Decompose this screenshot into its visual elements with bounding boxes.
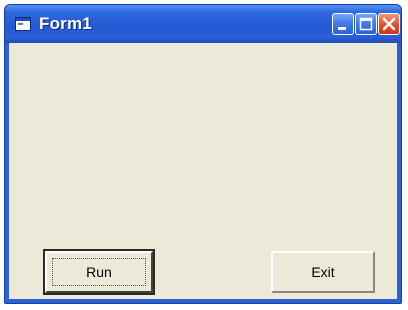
minimize-button[interactable]	[332, 13, 354, 35]
run-button[interactable]: Run	[43, 249, 155, 295]
maximize-icon	[359, 17, 373, 31]
form-app-icon[interactable]	[15, 17, 31, 31]
focus-rectangle	[52, 258, 146, 286]
minimize-icon	[338, 27, 346, 30]
close-button[interactable]	[378, 13, 400, 35]
form1-window: Form1 Run Exit	[4, 4, 402, 304]
title-bar[interactable]: Form1	[5, 5, 401, 43]
window-title: Form1	[39, 14, 92, 33]
maximize-button[interactable]	[355, 13, 377, 35]
exit-button[interactable]: Exit	[271, 251, 375, 293]
close-icon	[382, 17, 396, 31]
exit-button-label: Exit	[311, 264, 335, 280]
form-client-area: Run Exit	[9, 43, 397, 299]
